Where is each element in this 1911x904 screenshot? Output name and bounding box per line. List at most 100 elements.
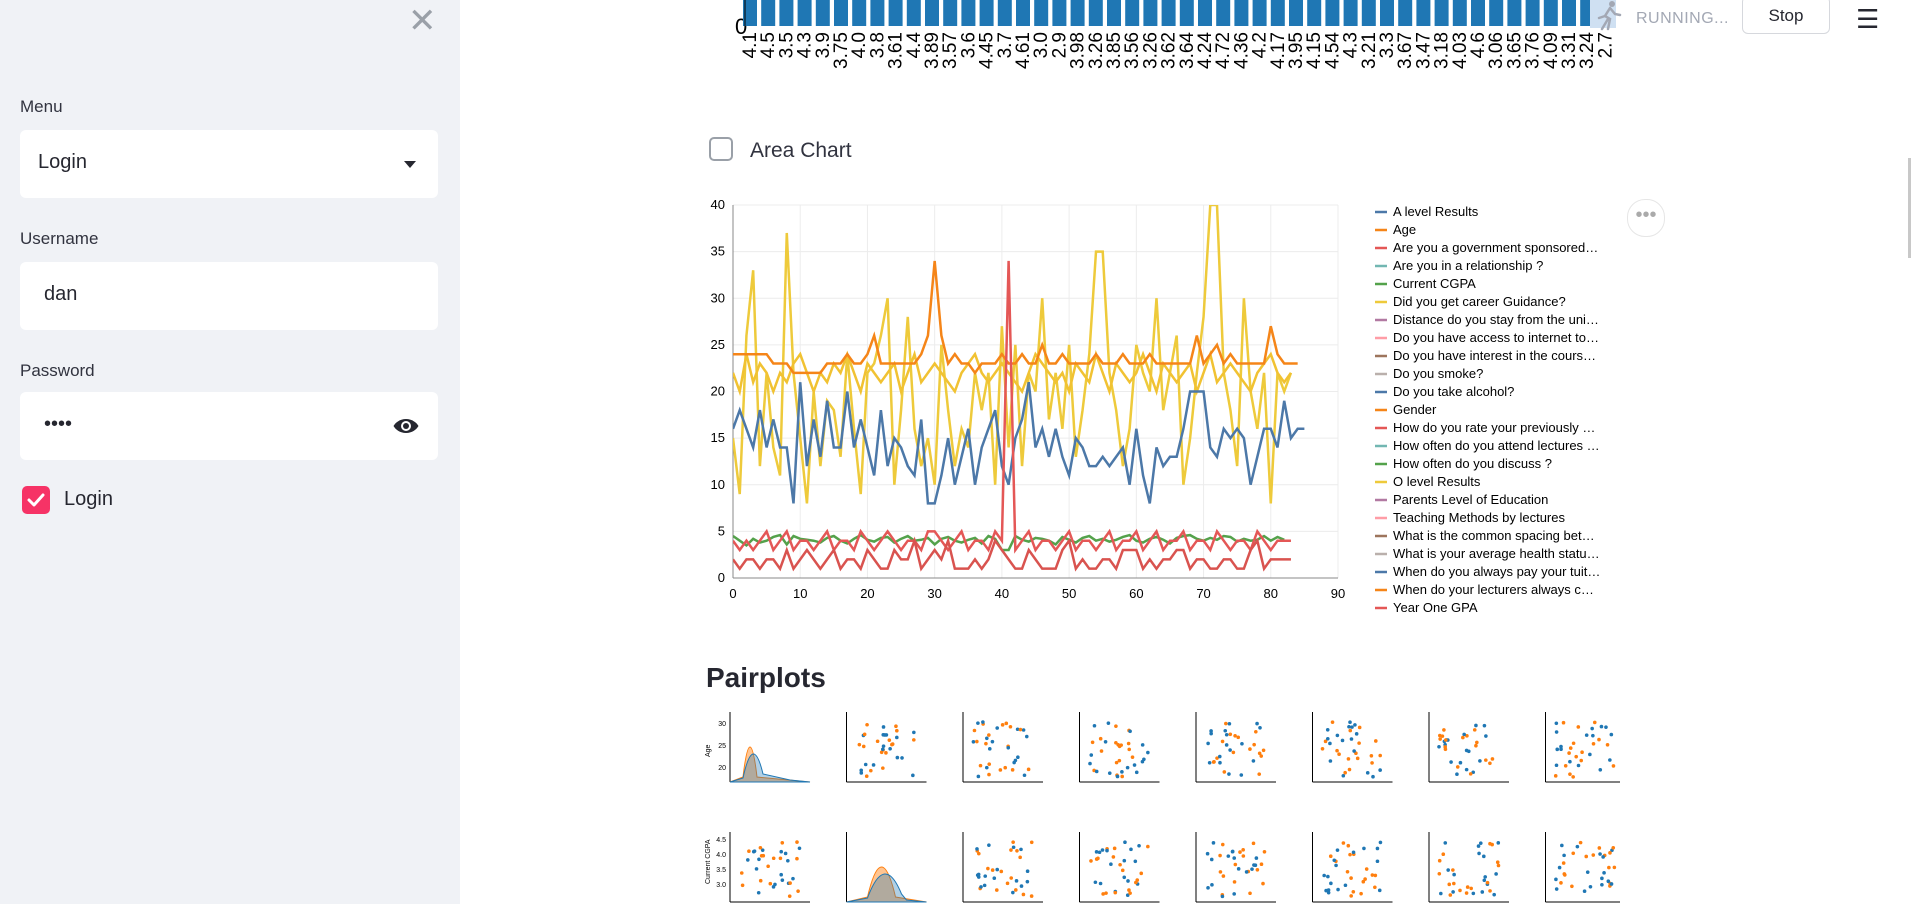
pairplot-ytick: 4.5 (716, 837, 726, 844)
pairplot-ytick: 30 (718, 721, 726, 728)
pairplot-cell (1545, 712, 1620, 783)
bar (779, 0, 794, 26)
menu-select[interactable]: Login (20, 130, 438, 198)
legend-entry: Year One GPA (1393, 600, 1478, 615)
bar (961, 0, 976, 26)
bar (1325, 0, 1340, 26)
y-tick-label: 20 (711, 384, 725, 399)
legend-entry: Do you smoke? (1393, 366, 1483, 381)
x-tick-label: 80 (1264, 586, 1278, 601)
eye-icon[interactable] (392, 414, 420, 438)
x-tick-label: 30 (927, 586, 941, 601)
bar (906, 0, 921, 26)
legend-entry: How do you rate your previously … (1393, 420, 1595, 435)
bar (1161, 0, 1176, 26)
pairplot-ytick: 3.5 (716, 867, 726, 874)
bar (1052, 0, 1067, 26)
bar (1143, 0, 1158, 26)
bar-x-tick-label: 2.7 (1595, 32, 1616, 58)
pairplot-cell (729, 712, 811, 783)
bar (870, 0, 885, 26)
legend-entry: Do you take alcohol? (1393, 384, 1514, 399)
x-tick-label: 70 (1196, 586, 1210, 601)
pairplot-ytick: 3.0 (716, 882, 726, 889)
bar (797, 0, 812, 26)
bar (852, 0, 867, 26)
legend-entry: Distance do you stay from the uni… (1393, 312, 1599, 327)
more-horizontal-icon[interactable]: ••• (1627, 199, 1665, 237)
pairplot-cell (1079, 712, 1160, 783)
legend-entry: Gender (1393, 402, 1437, 417)
bar (1016, 0, 1030, 26)
bar (1543, 0, 1558, 26)
y-tick-label: 30 (711, 290, 725, 305)
y-tick-label: 15 (711, 430, 725, 445)
bar (761, 0, 776, 26)
line-chart: 0 10 20 30 40 50 60 70 80 90 0 5 10 15 20 25 30 35 40 A le… (711, 197, 1601, 615)
pairplot-cell (846, 832, 927, 903)
login-checkbox[interactable] (22, 486, 50, 514)
password-input[interactable] (42, 412, 386, 437)
bar (1489, 0, 1504, 26)
legend-entry: Parents Level of Education (1393, 492, 1548, 507)
bar (1343, 0, 1358, 26)
password-field[interactable] (20, 392, 438, 460)
y-tick-label: 35 (711, 244, 725, 259)
legend-entry: Do you have access to internet to… (1393, 330, 1599, 345)
hamburger-icon[interactable]: ☰ (1856, 4, 1879, 35)
bar (1088, 0, 1103, 26)
username-input[interactable] (42, 282, 386, 307)
bar (943, 0, 958, 26)
area-chart-checkbox[interactable] (709, 137, 733, 161)
bar (1234, 0, 1249, 26)
bar (1307, 0, 1322, 26)
login-checkbox-label: Login (64, 488, 113, 510)
x-tick-label: 20 (860, 586, 874, 601)
bar (1252, 0, 1267, 26)
bar (1216, 0, 1231, 26)
username-field[interactable] (20, 262, 438, 330)
pairplot-ylabel-cgpa: Current CGPA (705, 839, 712, 884)
bar (979, 0, 994, 26)
pairplot-ytick: 25 (718, 743, 726, 750)
chevron-down-icon (404, 161, 416, 168)
pairplot-ytick: 20 (718, 765, 726, 772)
bar (1452, 0, 1467, 26)
x-tick-label: 60 (1129, 586, 1143, 601)
bar (1289, 0, 1303, 26)
bar (888, 0, 903, 26)
legend-entry: Age (1393, 222, 1416, 237)
stop-button[interactable]: Stop (1742, 0, 1830, 34)
pairplot-cell (1312, 712, 1393, 783)
menu-label: Menu (20, 97, 63, 116)
pairplot-cell (1312, 832, 1393, 903)
close-icon[interactable]: ✕ (408, 4, 437, 38)
pairplot-cell (729, 832, 810, 903)
bar (1107, 0, 1121, 26)
legend-entry: When do you always pay your tuit… (1393, 564, 1600, 579)
bar (1198, 0, 1212, 26)
legend-entry: Current CGPA (1393, 276, 1476, 291)
pairplot-cell (1195, 832, 1276, 903)
legend-entry: Did you get career Guidance? (1393, 294, 1566, 309)
pairplot-cell (1545, 832, 1620, 903)
bar (1034, 0, 1049, 26)
pairplot-cell (962, 832, 1043, 903)
checkmark-icon (27, 493, 45, 507)
legend-entry: What is the common spacing bet… (1393, 528, 1595, 543)
bar (1361, 0, 1376, 26)
pairplot-cell (1079, 832, 1160, 903)
pairplot-cell (1428, 832, 1509, 903)
y-tick-label: 40 (711, 197, 725, 212)
pairplot-ytick: 4.0 (716, 852, 726, 859)
pairplots-title: Pairplots (706, 662, 826, 693)
pairplot-cell (962, 712, 1043, 783)
bar (1416, 0, 1431, 26)
x-tick-label: 90 (1331, 586, 1345, 601)
x-tick-label: 40 (995, 586, 1009, 601)
bar (1562, 0, 1576, 26)
y-tick-label: 5 (718, 523, 725, 538)
legend-entry: What is your average health statu… (1393, 546, 1600, 561)
legend-entry: Are you a government sponsored… (1393, 240, 1598, 255)
bar (1179, 0, 1194, 26)
